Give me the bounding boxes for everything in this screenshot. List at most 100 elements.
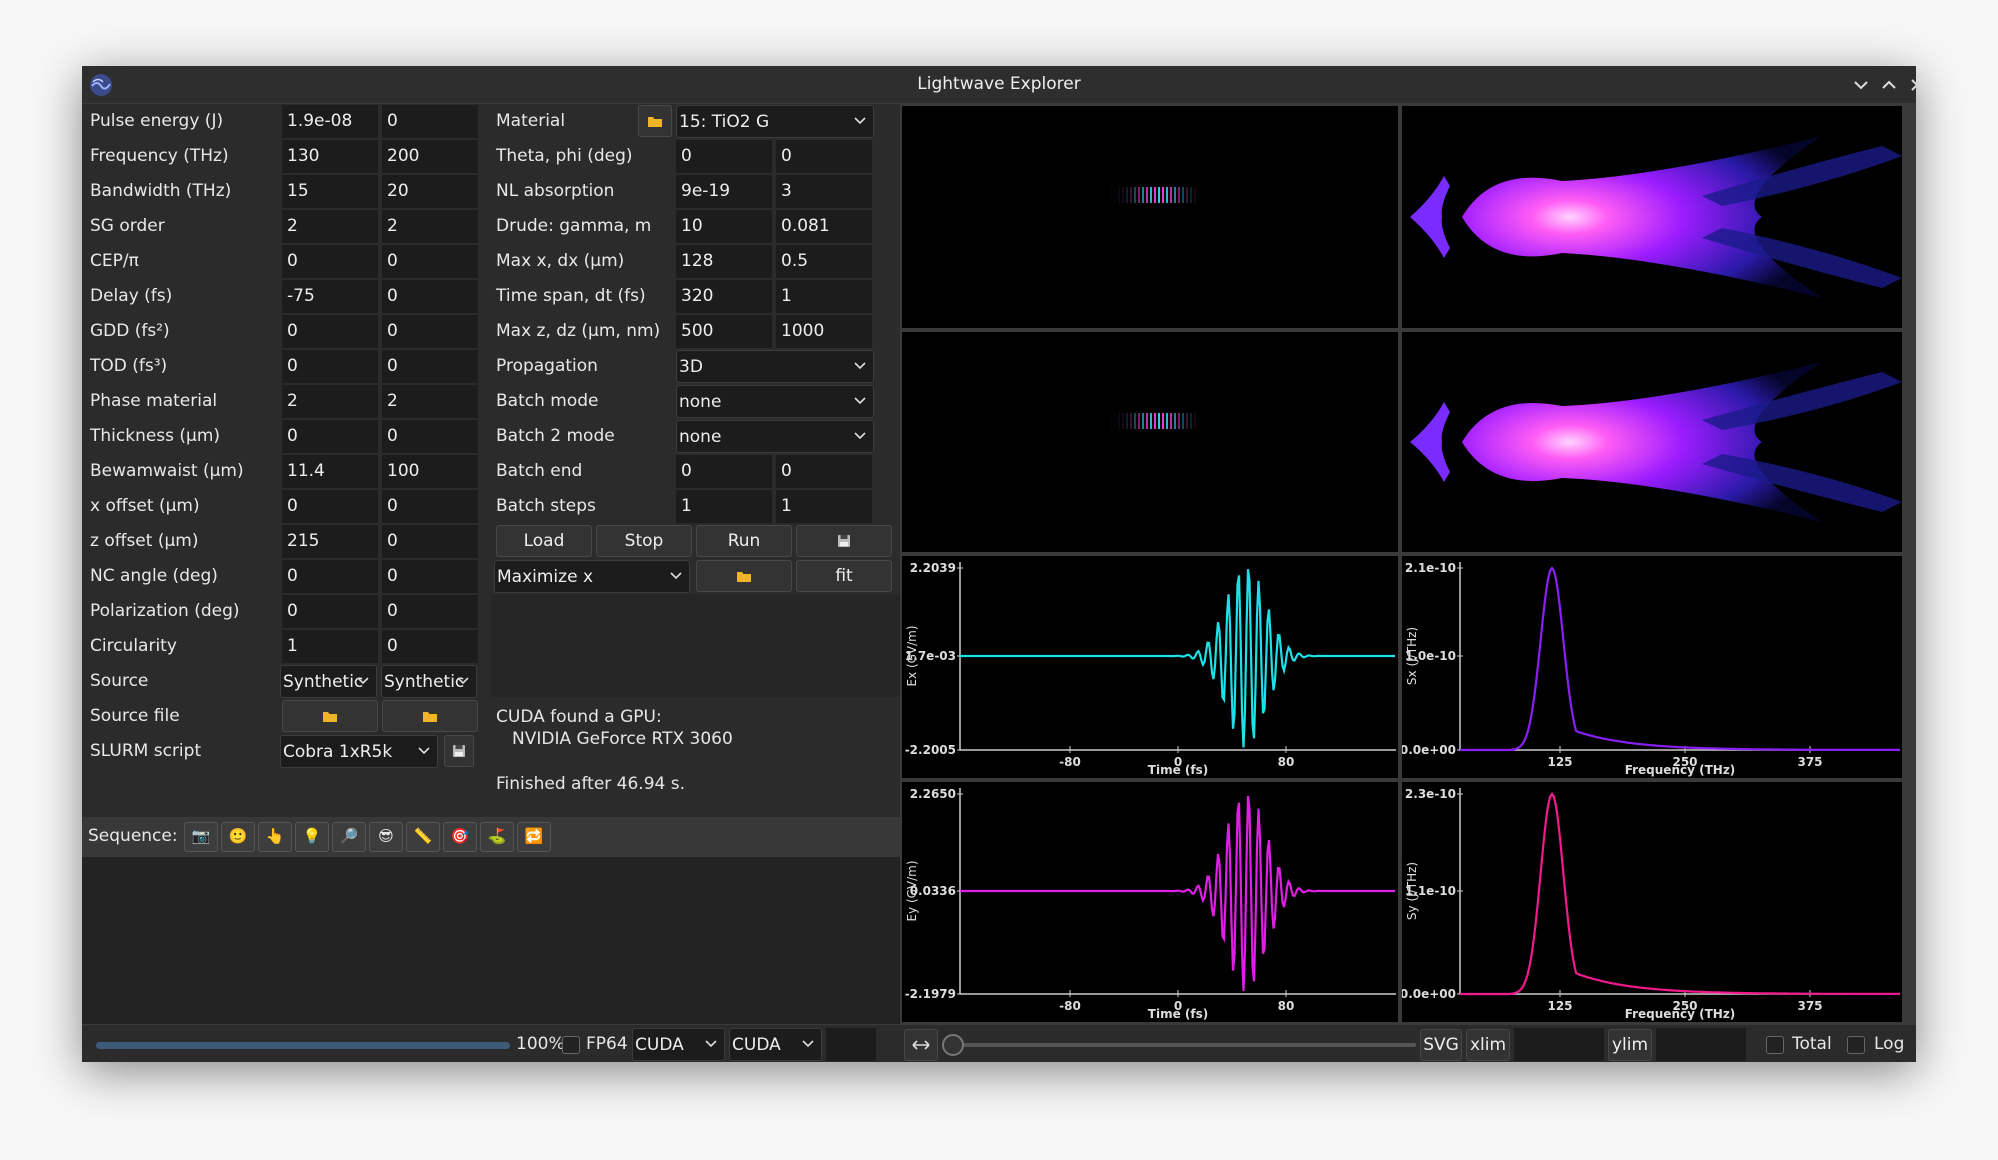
material-param-value-2[interactable]: 0 bbox=[776, 140, 872, 173]
material-param-value-1[interactable]: 320 bbox=[676, 280, 772, 313]
source-select-2[interactable]: Synthetic bbox=[381, 665, 477, 698]
param-value-1[interactable]: 15 bbox=[282, 175, 378, 208]
target-icon[interactable]: 🎯 bbox=[443, 822, 477, 852]
pulse-stripe bbox=[1174, 187, 1176, 203]
expand-horizontal-button[interactable] bbox=[904, 1029, 938, 1061]
smile-icon[interactable]: 🙂 bbox=[221, 822, 255, 852]
batch-steps-field-2[interactable]: 1 bbox=[776, 490, 872, 523]
y-tick-label: -2.2005 bbox=[905, 743, 956, 757]
camera-icon[interactable]: 📷 bbox=[184, 822, 218, 852]
ruler-icon[interactable]: 📏 bbox=[406, 822, 440, 852]
close-icon[interactable] bbox=[1904, 72, 1916, 98]
param-value-1[interactable]: 0 bbox=[282, 490, 378, 523]
param-value-2[interactable]: 0 bbox=[382, 420, 478, 453]
param-value-2[interactable]: 0 bbox=[382, 630, 478, 663]
total-checkbox[interactable] bbox=[1766, 1036, 1784, 1054]
param-value-1[interactable]: 2 bbox=[282, 210, 378, 243]
batch-end-field-1[interactable]: 0 bbox=[676, 455, 772, 488]
fit-button[interactable]: fit bbox=[796, 560, 892, 592]
material-param-value-1[interactable]: 9e-19 bbox=[676, 175, 772, 208]
param-value-1[interactable]: 0 bbox=[282, 595, 378, 628]
param-value-2[interactable]: 0 bbox=[382, 560, 478, 593]
magnifier-icon[interactable]: 🔎 bbox=[332, 822, 366, 852]
param-value-2[interactable]: 0 bbox=[382, 280, 478, 313]
param-value-2[interactable]: 0 bbox=[382, 105, 478, 138]
param-value-1[interactable]: -75 bbox=[282, 280, 378, 313]
param-value-1[interactable]: 130 bbox=[282, 140, 378, 173]
slider-track[interactable] bbox=[944, 1043, 1416, 1047]
param-value-1[interactable]: 0 bbox=[282, 560, 378, 593]
open-fit-file-button[interactable] bbox=[696, 560, 792, 592]
open-material-button[interactable] bbox=[638, 105, 672, 137]
ylim-field[interactable] bbox=[1656, 1028, 1746, 1061]
fit-target-select[interactable]: Maximize x bbox=[494, 560, 690, 593]
param-value-1[interactable]: 11.4 bbox=[282, 455, 378, 488]
source-select-1[interactable]: Synthetic bbox=[280, 665, 377, 698]
secondary-backend-select[interactable]: CUDA bbox=[729, 1028, 822, 1061]
material-param-value-2[interactable]: 1 bbox=[776, 280, 872, 313]
batch-steps-field-1[interactable]: 1 bbox=[676, 490, 772, 523]
material-param-value-2[interactable]: 3 bbox=[776, 175, 872, 208]
batch-mode-select[interactable]: none bbox=[676, 385, 874, 418]
maximize-icon[interactable] bbox=[1876, 72, 1902, 98]
slider-handle[interactable] bbox=[942, 1034, 964, 1056]
material-param-value-1[interactable]: 10 bbox=[676, 210, 772, 243]
param-value-2[interactable]: 2 bbox=[382, 210, 478, 243]
param-value-2[interactable]: 0 bbox=[382, 525, 478, 558]
repeat-icon[interactable]: 🔁 bbox=[517, 822, 551, 852]
param-value-1[interactable]: 0 bbox=[282, 420, 378, 453]
param-value-2[interactable]: 2 bbox=[382, 385, 478, 418]
propagation-select[interactable]: 3D bbox=[676, 350, 874, 383]
x-tick-label: 80 bbox=[1278, 755, 1295, 769]
param-value-1[interactable]: 0 bbox=[282, 315, 378, 348]
ylim-button[interactable]: ylim bbox=[1608, 1029, 1652, 1061]
material-param-value-2[interactable]: 1000 bbox=[776, 315, 872, 348]
load-button[interactable]: Load bbox=[496, 525, 592, 557]
svg-export-button[interactable]: SVG bbox=[1420, 1029, 1462, 1061]
param-value-1[interactable]: 1.9e-08 bbox=[282, 105, 378, 138]
param-value-1[interactable]: 215 bbox=[282, 525, 378, 558]
save-button[interactable] bbox=[796, 525, 892, 557]
offload-field[interactable] bbox=[826, 1028, 876, 1061]
param-value-1[interactable]: 0 bbox=[282, 350, 378, 383]
save-slurm-button[interactable] bbox=[444, 735, 474, 767]
material-param-value-2[interactable]: 0.081 bbox=[776, 210, 872, 243]
param-value-2[interactable]: 200 bbox=[382, 140, 478, 173]
lightbulb-icon[interactable]: 💡 bbox=[295, 822, 329, 852]
xlim-field[interactable] bbox=[1514, 1028, 1604, 1061]
open-source-file-2-button[interactable] bbox=[382, 700, 478, 732]
param-value-1[interactable]: 1 bbox=[282, 630, 378, 663]
material-param-value-1[interactable]: 128 bbox=[676, 245, 772, 278]
batch2-mode-select[interactable]: none bbox=[676, 420, 874, 453]
param-value-2[interactable]: 0 bbox=[382, 595, 478, 628]
batch-end-field-2[interactable]: 0 bbox=[776, 455, 872, 488]
slurm-select[interactable]: Cobra 1xR5k bbox=[280, 735, 438, 768]
material-param-value-1[interactable]: 0 bbox=[676, 140, 772, 173]
param-value-2[interactable]: 20 bbox=[382, 175, 478, 208]
material-select[interactable]: 15: TiO2 G bbox=[676, 105, 874, 138]
open-source-file-1-button[interactable] bbox=[282, 700, 378, 732]
fp64-checkbox[interactable] bbox=[562, 1036, 580, 1054]
param-value-2[interactable]: 100 bbox=[382, 455, 478, 488]
sequence-editor[interactable] bbox=[82, 857, 900, 1024]
pointer-icon[interactable]: 👆 bbox=[258, 822, 292, 852]
minimize-icon[interactable] bbox=[1848, 72, 1874, 98]
pulse-stripe bbox=[1186, 187, 1188, 203]
log-checkbox[interactable] bbox=[1847, 1036, 1865, 1054]
run-button[interactable]: Run bbox=[696, 525, 792, 557]
pulse-stripes bbox=[1118, 413, 1196, 429]
material-param-value-2[interactable]: 0.5 bbox=[776, 245, 872, 278]
param-value-2[interactable]: 0 bbox=[382, 490, 478, 523]
stop-button[interactable]: Stop bbox=[596, 525, 692, 557]
param-value-2[interactable]: 0 bbox=[382, 245, 478, 278]
sunglasses-icon[interactable]: 😎 bbox=[369, 822, 403, 852]
xlim-button[interactable]: xlim bbox=[1466, 1029, 1510, 1061]
material-param-value-1[interactable]: 500 bbox=[676, 315, 772, 348]
material-select-value: 15: TiO2 G bbox=[679, 112, 770, 132]
primary-backend-select[interactable]: CUDA bbox=[632, 1028, 725, 1061]
param-value-1[interactable]: 0 bbox=[282, 245, 378, 278]
param-value-2[interactable]: 0 bbox=[382, 315, 478, 348]
param-value-2[interactable]: 0 bbox=[382, 350, 478, 383]
flag-icon[interactable]: ⛳ bbox=[480, 822, 514, 852]
param-value-1[interactable]: 2 bbox=[282, 385, 378, 418]
